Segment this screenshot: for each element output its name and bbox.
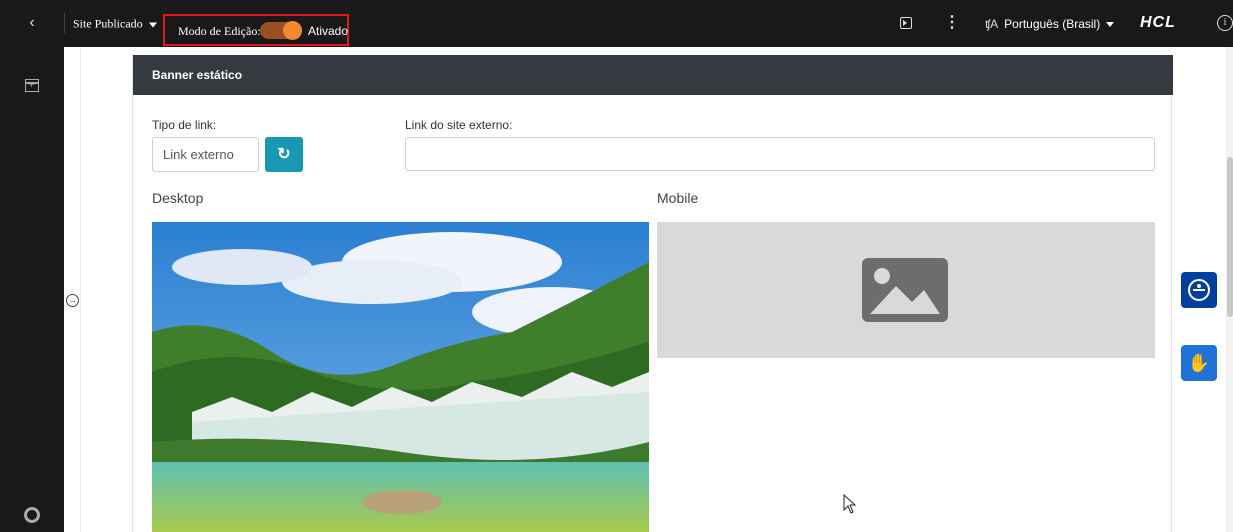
edit-mode-state: Ativado	[308, 24, 349, 38]
edit-mode-toggle[interactable]	[260, 21, 302, 40]
link-type-select[interactable]: Link externo	[152, 137, 259, 172]
mobile-label: Mobile	[657, 190, 699, 206]
edit-mode-label: Modo de Edição:	[178, 24, 261, 38]
toggle-knob	[283, 21, 302, 40]
site-status-label: Site Publicado	[73, 16, 143, 31]
refresh-button[interactable]: ↻	[265, 137, 303, 172]
info-icon[interactable]: i	[1217, 15, 1233, 31]
external-link-label: Link do site externo:	[405, 118, 513, 132]
placeholder-mountains	[870, 286, 940, 314]
image-placeholder-icon	[862, 258, 948, 322]
chevron-left-icon[interactable]: ‹	[0, 13, 64, 33]
left-rail	[0, 47, 64, 532]
external-link-input[interactable]	[405, 137, 1155, 171]
edit-mode-control: Modo de Edição: Ativado	[163, 14, 349, 46]
language-label: Português (Brasil)	[1004, 17, 1101, 31]
card-header: Banner estático	[133, 55, 1173, 95]
banner-card: Banner estático Tipo de link: Link exter…	[132, 55, 1173, 532]
side-panel-expander: →	[64, 47, 81, 532]
side-panel-icon[interactable]	[900, 17, 912, 29]
libras-button[interactable]: ✋	[1181, 345, 1217, 381]
expand-arrow-icon[interactable]: →	[66, 294, 79, 307]
mouse-cursor-icon	[843, 494, 857, 514]
toolbar-divider	[64, 13, 65, 33]
caret-down-icon	[148, 22, 157, 28]
scrollbar-thumb[interactable]	[1227, 157, 1233, 317]
hcl-logo: HCL	[1140, 14, 1176, 31]
link-type-label: Tipo de link:	[152, 118, 217, 132]
accessibility-button[interactable]	[1181, 272, 1217, 308]
accessibility-icon	[1188, 279, 1210, 301]
top-toolbar: ‹ Site Publicado Modo de Edição: Ativado…	[0, 0, 1233, 47]
scrollbar[interactable]	[1226, 47, 1233, 532]
help-lifebuoy-icon[interactable]	[24, 507, 40, 523]
more-options-icon[interactable]: ⋮	[944, 14, 960, 32]
site-status-dropdown[interactable]: Site Publicado	[73, 17, 157, 32]
waterfall-photo	[152, 222, 649, 532]
desktop-banner-image[interactable]	[152, 222, 649, 532]
desktop-label: Desktop	[152, 190, 204, 206]
refresh-icon: ↻	[277, 146, 291, 163]
language-selector[interactable]: ʧA Português (Brasil)	[985, 17, 1115, 31]
hands-sign-language-icon: ✋	[1187, 353, 1211, 373]
card-title: Banner estático	[152, 68, 243, 82]
mobile-banner-placeholder[interactable]	[657, 222, 1155, 358]
translate-icon: ʧA	[985, 17, 999, 31]
add-page-icon[interactable]	[25, 79, 39, 92]
caret-down-icon	[1106, 22, 1115, 28]
